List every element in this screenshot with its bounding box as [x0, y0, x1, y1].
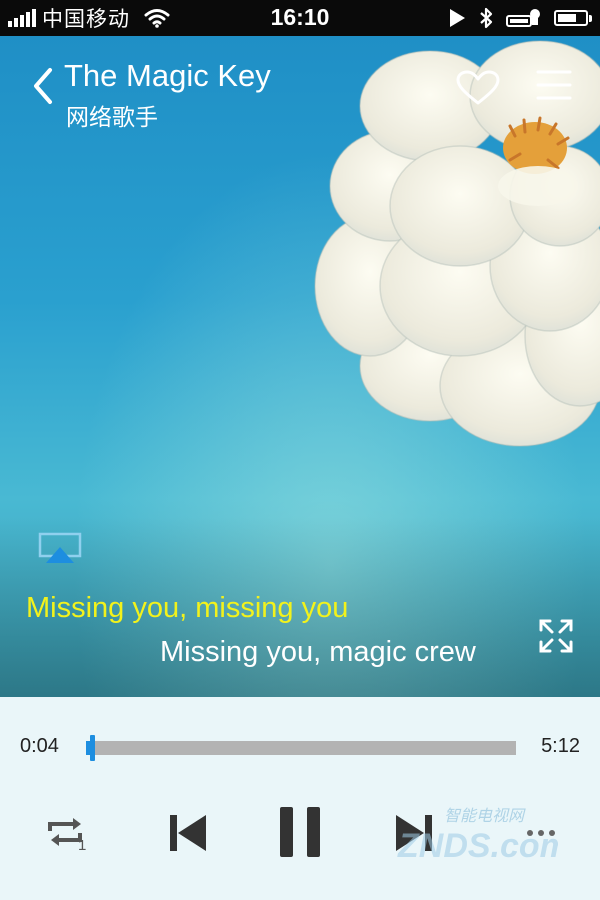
progress-bar[interactable] — [86, 735, 516, 761]
repeat-count: 1 — [78, 837, 86, 851]
album-artwork: The Magic Key 网络歌手 Missing you, missing … — [0, 36, 600, 697]
lyric-next-line: Missing you, magic crew — [160, 636, 476, 668]
airplay-button[interactable] — [38, 532, 82, 566]
alarm-icon — [506, 9, 540, 27]
artist-name: 网络歌手 — [66, 105, 158, 131]
pause-button[interactable] — [278, 805, 322, 859]
previous-track-icon — [170, 815, 206, 851]
battery-icon — [554, 10, 592, 26]
total-time: 5:12 — [541, 735, 580, 757]
bluetooth-icon — [480, 7, 493, 29]
menu-icon — [536, 70, 572, 100]
fullscreen-button[interactable] — [538, 618, 574, 654]
svg-text:ZNDS.com: ZNDS.com — [397, 827, 558, 865]
fullscreen-icon — [539, 619, 573, 653]
repeat-one-icon: 1 — [48, 818, 86, 851]
status-right — [448, 6, 592, 30]
site-watermark: 智能电视网 ZNDS.com — [397, 806, 558, 865]
favorite-button[interactable] — [456, 70, 500, 106]
back-button[interactable] — [28, 66, 58, 106]
status-bar: 中国移动 16:10 — [0, 0, 600, 36]
heart-icon — [456, 70, 500, 105]
airplay-icon — [38, 532, 82, 563]
menu-button[interactable] — [534, 68, 574, 102]
pause-icon — [280, 807, 320, 857]
elapsed-time: 0:04 — [20, 735, 59, 757]
lyric-current-line: Missing you, missing you — [26, 592, 349, 624]
location-arrow-icon — [450, 9, 465, 27]
song-title: The Magic Key — [64, 58, 271, 93]
repeat-button[interactable]: 1 — [46, 815, 90, 851]
svg-text:智能电视网: 智能电视网 — [444, 806, 526, 825]
previous-button[interactable] — [168, 813, 208, 853]
player-controls: 0:04 5:12 1 智能电视网 ZNDS.com — [0, 697, 600, 900]
progress-knob[interactable] — [89, 735, 95, 761]
